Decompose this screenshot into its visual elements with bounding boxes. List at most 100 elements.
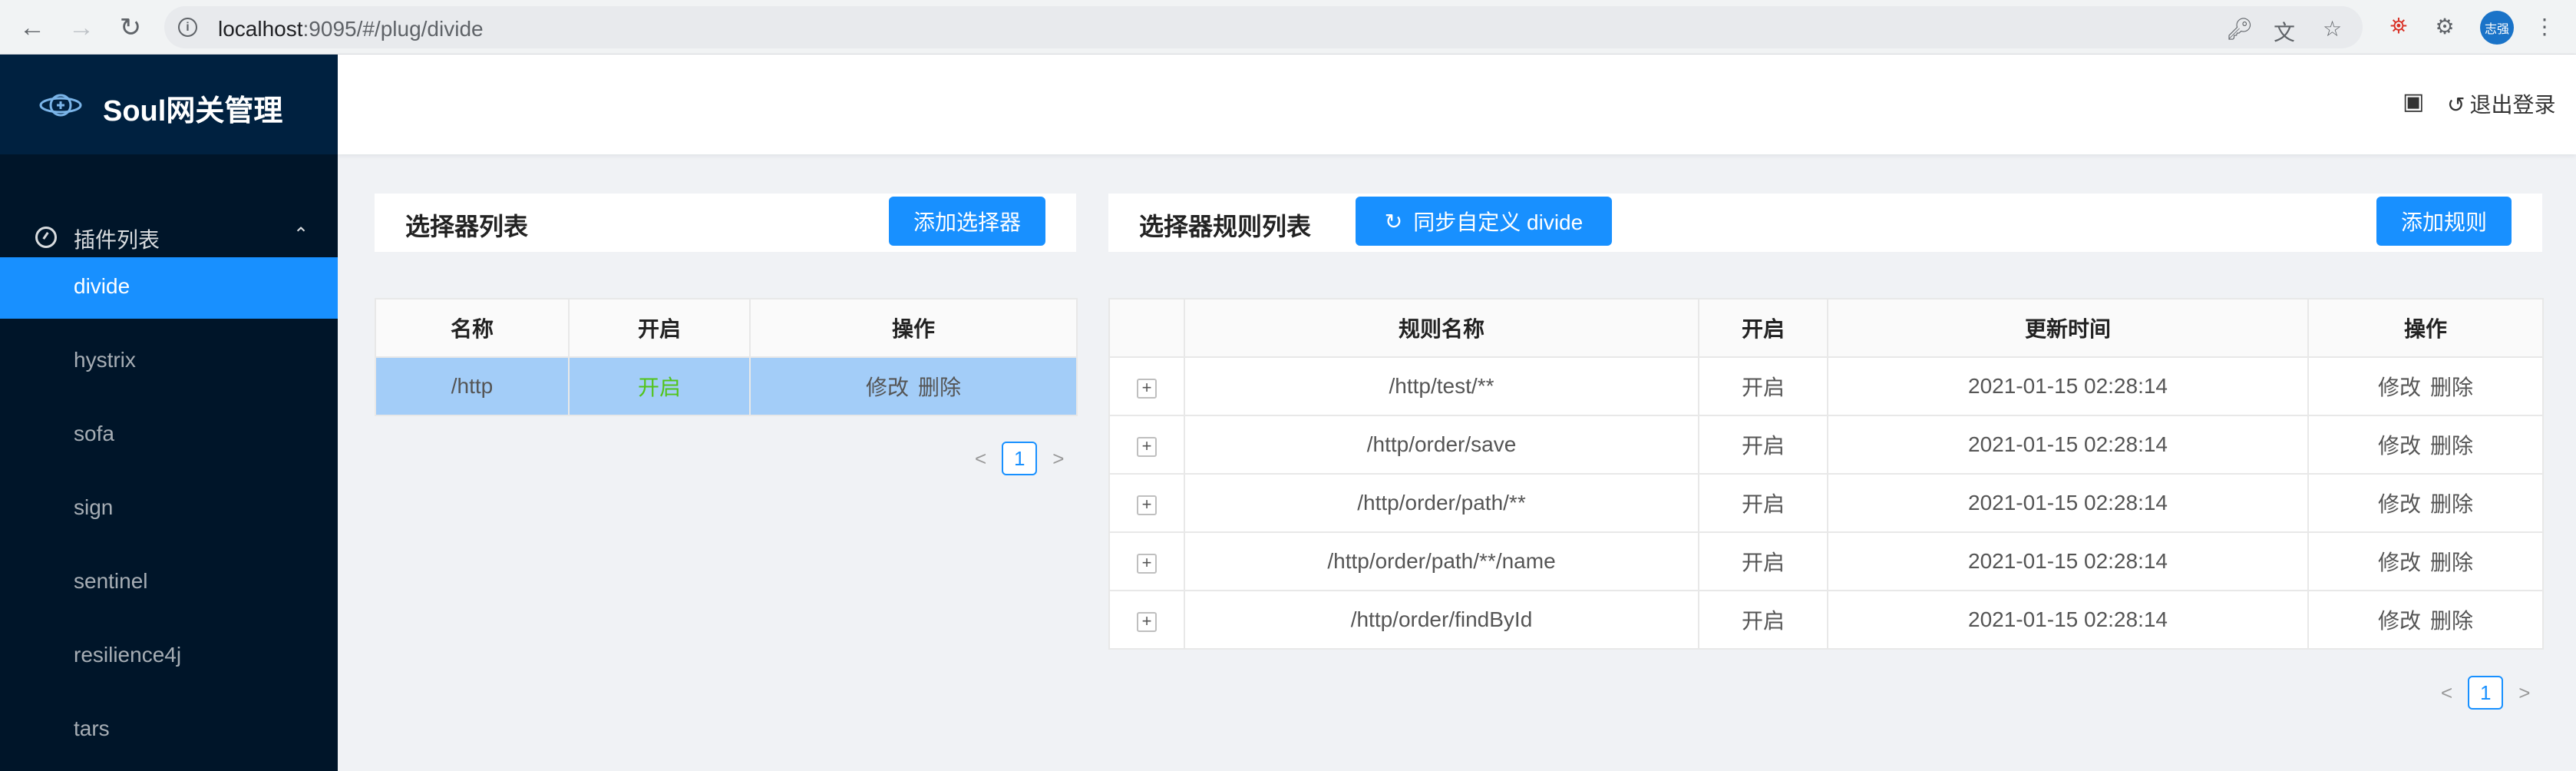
next-page-icon[interactable]: > xyxy=(2518,681,2530,705)
sidebar-item-label: hystrix xyxy=(74,348,136,372)
column-header: 操作 xyxy=(2307,298,2544,358)
rule-panel-header: 选择器规则列表 ↻ 同步自定义 divide 添加规则 xyxy=(1108,194,2542,252)
enabled-status: 开启 xyxy=(1698,590,1828,650)
page-number[interactable]: 1 xyxy=(1002,442,1038,475)
column-header: 开启 xyxy=(568,298,751,358)
updated-time: 2021-01-15 02:28:14 xyxy=(1827,356,2309,416)
edit-link[interactable]: 修改 xyxy=(866,376,909,399)
row-actions: 修改 删除 xyxy=(749,356,1078,416)
table-row: + /http/order/save 开启 2021-01-15 02:28:1… xyxy=(1108,415,2544,475)
table-row[interactable]: /http 开启 修改 删除 xyxy=(375,356,1078,416)
rule-name: /http/order/findById xyxy=(1184,590,1699,650)
sidebar-item-label: sign xyxy=(74,495,114,519)
delete-link[interactable]: 删除 xyxy=(2430,492,2473,516)
soul-logo-icon xyxy=(39,94,82,117)
enabled-status: 开启 xyxy=(568,356,751,416)
column-header: 名称 xyxy=(375,298,570,358)
star-icon[interactable]: ☆ xyxy=(2323,16,2342,41)
url-path: :9095/#/plug/divide xyxy=(302,17,484,41)
edit-link[interactable]: 修改 xyxy=(2378,434,2421,458)
next-page-icon[interactable]: > xyxy=(1052,447,1064,471)
rule-panel-title: 选择器规则列表 xyxy=(1139,213,1312,240)
delete-link[interactable]: 删除 xyxy=(918,376,961,399)
rule-name: /http/order/path/** xyxy=(1184,473,1699,533)
table-row: + /http/test/** 开启 2021-01-15 02:28:14 修… xyxy=(1108,356,2544,416)
table-row: + /http/order/findById 开启 2021-01-15 02:… xyxy=(1108,590,2544,650)
browser-menu-icon[interactable]: ⋮ xyxy=(2531,13,2558,39)
key-icon[interactable]: 🔑︎ xyxy=(2226,16,2254,41)
enabled-status: 开启 xyxy=(1698,531,1828,591)
selector-panel-title: 选择器列表 xyxy=(405,213,529,240)
selector-panel-header: 选择器列表 添加选择器 xyxy=(375,194,1076,252)
add-selector-button[interactable]: 添加选择器 xyxy=(889,197,1045,246)
selector-name: /http xyxy=(375,356,570,416)
updated-time: 2021-01-15 02:28:14 xyxy=(1827,531,2309,591)
table-row: + /http/order/path/** 开启 2021-01-15 02:2… xyxy=(1108,473,2544,533)
rule-table: 规则名称 开启 更新时间 操作 + /http/test/** 开启 2021-… xyxy=(1108,298,2544,650)
extension-tree-icon[interactable]: ⛯ xyxy=(2386,13,2412,39)
sidebar-item-tars[interactable]: tars xyxy=(0,700,338,761)
reload-icon[interactable]: ↻ xyxy=(114,11,147,45)
edit-link[interactable]: 修改 xyxy=(2378,376,2421,399)
delete-link[interactable]: 删除 xyxy=(2430,551,2473,574)
sidebar-item-label: sentinel xyxy=(74,569,148,593)
extensions-puzzle-icon[interactable]: ⚙ xyxy=(2432,13,2458,39)
edit-link[interactable]: 修改 xyxy=(2378,492,2421,516)
sidebar: Soul网关管理 插件列表 ⌃ divide hystrix sofa sign… xyxy=(0,55,338,771)
updated-time: 2021-01-15 02:28:14 xyxy=(1827,590,2309,650)
table-header-row: 规则名称 开启 更新时间 操作 xyxy=(1108,298,2544,358)
top-header xyxy=(338,55,2576,154)
sync-icon: ↻ xyxy=(1384,209,1403,233)
prev-page-icon[interactable]: < xyxy=(2441,681,2452,705)
sidebar-item-sofa[interactable]: sofa xyxy=(0,405,338,466)
delete-link[interactable]: 删除 xyxy=(2430,434,2473,458)
page-number[interactable]: 1 xyxy=(2468,676,2504,710)
expand-row-icon[interactable]: + xyxy=(1137,495,1157,515)
translate-icon[interactable]: 文 xyxy=(2274,16,2295,47)
edit-link[interactable]: 修改 xyxy=(2378,551,2421,574)
row-actions: 修改 删除 xyxy=(2307,356,2544,416)
selector-table: 名称 开启 操作 /http 开启 修改 删除 xyxy=(375,298,1078,416)
row-actions: 修改 删除 xyxy=(2307,415,2544,475)
back-arrow-icon[interactable]: ← xyxy=(15,11,49,45)
app-title: Soul网关管理 xyxy=(103,95,283,127)
add-rule-button[interactable]: 添加规则 xyxy=(2376,197,2512,246)
menu-group-label: 插件列表 xyxy=(74,228,160,252)
prev-page-icon[interactable]: < xyxy=(975,447,986,471)
updated-time: 2021-01-15 02:28:14 xyxy=(1827,473,2309,533)
expand-row-icon[interactable]: + xyxy=(1137,554,1157,574)
logout-icon: ↺ xyxy=(2447,93,2465,117)
selector-pagination: < 1 > xyxy=(975,442,1064,475)
table-header-row: 名称 开启 操作 xyxy=(375,298,1078,358)
sidebar-item-label: resilience4j xyxy=(74,643,182,667)
sidebar-item-hystrix[interactable]: hystrix xyxy=(0,331,338,392)
row-actions: 修改 删除 xyxy=(2307,590,2544,650)
logout-button[interactable]: ↺ 退出登录 xyxy=(2447,88,2555,119)
expand-row-icon[interactable]: + xyxy=(1137,612,1157,632)
sync-divide-button[interactable]: ↻ 同步自定义 divide xyxy=(1356,197,1612,246)
row-actions: 修改 删除 xyxy=(2307,531,2544,591)
table-row: + /http/order/path/**/name 开启 2021-01-15… xyxy=(1108,531,2544,591)
column-header: 更新时间 xyxy=(1827,298,2309,358)
image-export-icon[interactable]: ▣ xyxy=(2403,88,2424,115)
site-info-icon[interactable]: i xyxy=(178,18,197,37)
address-url[interactable]: localhost:9095/#/plug/divide xyxy=(218,17,484,41)
edit-link[interactable]: 修改 xyxy=(2378,609,2421,633)
forward-arrow-icon[interactable]: → xyxy=(64,11,98,45)
sidebar-item-label: tars xyxy=(74,716,110,740)
address-bar[interactable]: i localhost:9095/#/plug/divide 🔑︎ 文 ☆ xyxy=(164,6,2363,48)
rule-pagination: < 1 > xyxy=(2441,676,2530,710)
delete-link[interactable]: 删除 xyxy=(2430,376,2473,399)
profile-avatar[interactable]: 志强 xyxy=(2480,11,2514,45)
sidebar-item-sentinel[interactable]: sentinel xyxy=(0,552,338,614)
url-host: localhost xyxy=(218,17,303,41)
expand-row-icon[interactable]: + xyxy=(1137,437,1157,457)
sidebar-item-divide[interactable]: divide xyxy=(0,257,338,319)
rule-name: /http/test/** xyxy=(1184,356,1699,416)
sidebar-item-resilience4j[interactable]: resilience4j xyxy=(0,626,338,687)
delete-link[interactable]: 删除 xyxy=(2430,609,2473,633)
sidebar-item-sign[interactable]: sign xyxy=(0,478,338,540)
browser-toolbar: ← → ↻ i localhost:9095/#/plug/divide 🔑︎ … xyxy=(0,0,2576,55)
expand-row-icon[interactable]: + xyxy=(1137,379,1157,399)
menu-group-plugins[interactable]: 插件列表 ⌃ xyxy=(0,214,338,260)
